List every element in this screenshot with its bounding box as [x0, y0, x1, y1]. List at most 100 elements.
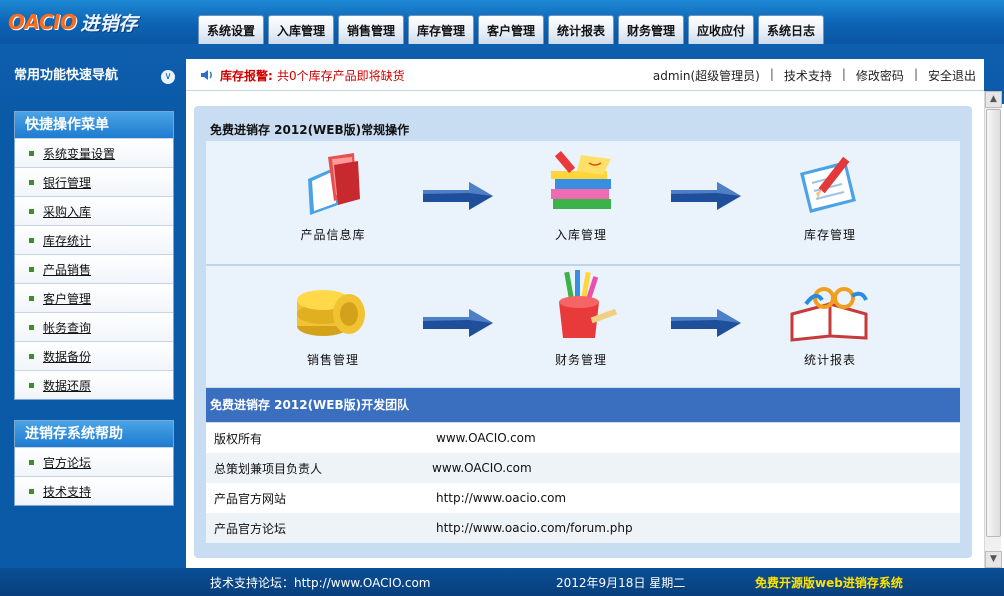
quick-menu-item[interactable]: 客户管理 [15, 283, 173, 312]
team-key: 产品官方论坛 [214, 521, 287, 536]
help-menu-link[interactable]: 技术支持 [43, 483, 91, 500]
separator: | [913, 67, 918, 81]
footer-slogan: 免费开源版web进销存系统 [755, 576, 903, 590]
team-row: 产品官方网站 http://www.oacio.com [206, 483, 960, 513]
tab-finance[interactable]: 财务管理 [618, 15, 684, 44]
workflow-step-label: 产品信息库 [300, 228, 366, 242]
logo-text-en: OACIO [8, 10, 77, 34]
quick-menu-link[interactable]: 产品销售 [43, 261, 91, 278]
arrow-right-icon [423, 182, 493, 210]
clipboard-pencil-icon [800, 156, 856, 213]
tab-stock-in[interactable]: 入库管理 [268, 15, 334, 44]
user-name: admin(超级管理员) [652, 69, 760, 83]
alert-message: 共0个库存产品即将缺货 [277, 69, 405, 83]
pencil-cup-icon [559, 270, 618, 338]
operations-title: 免费进销存 2012(WEB版)常规操作 [210, 123, 410, 137]
bullet-icon [29, 208, 34, 214]
footer: 技术支持论坛：http://www.OACIO.com 2012年9月18日 星… [0, 568, 1004, 596]
alert-label: 库存报警: [220, 69, 273, 83]
workflow-step-finance[interactable]: 财务管理 [516, 268, 646, 368]
help-menu-item[interactable]: 官方论坛 [15, 447, 173, 476]
workflow-step-label: 统计报表 [803, 353, 856, 367]
quick-menu-link[interactable]: 库存统计 [43, 232, 91, 249]
books-icon [308, 153, 360, 215]
user-links: admin(超级管理员) | 技术支持 | 修改密码 | 安全退出 [653, 67, 976, 84]
change-password-link[interactable]: 修改密码 [856, 67, 904, 84]
workflow-step-label: 入库管理 [554, 228, 607, 242]
team-value[interactable]: http://www.oacio.com/forum.php [436, 521, 633, 535]
bullet-icon [29, 150, 34, 156]
team-key: 产品官方网站 [214, 491, 287, 506]
arrow-right-icon [671, 309, 741, 337]
quick-menu-item[interactable]: 系统变量设置 [15, 138, 173, 167]
bullet-icon [29, 179, 34, 185]
help-menu-item[interactable]: 技术支持 [15, 476, 173, 505]
workflow-step-label: 财务管理 [554, 353, 607, 367]
quick-menu-item[interactable]: 帐务查询 [15, 312, 173, 341]
quick-menu-item[interactable]: 产品销售 [15, 254, 173, 283]
bullet-icon [29, 382, 34, 388]
quick-menu-item[interactable]: 数据备份 [15, 341, 173, 370]
quick-menu-item[interactable]: 银行管理 [15, 167, 173, 196]
team-key: 版权所有 [214, 431, 263, 446]
tab-sales[interactable]: 销售管理 [338, 15, 404, 44]
team-row: 版权所有 www.OACIO.com [206, 423, 960, 453]
quick-menu-item[interactable]: 库存统计 [15, 225, 173, 254]
stacked-books-icon [551, 151, 611, 209]
help-menu-link[interactable]: 官方论坛 [43, 454, 91, 471]
workflow-step-inventory[interactable]: 库存管理 [765, 149, 895, 243]
quick-menu-link[interactable]: 帐务查询 [43, 319, 91, 336]
bullet-icon [29, 324, 34, 330]
logo: OACIO 进销存 [8, 4, 138, 40]
scroll-up-icon[interactable]: ▲ [985, 91, 1002, 108]
quick-menu-item[interactable]: 采购入库 [15, 196, 173, 225]
bullet-icon [29, 488, 34, 494]
workflow-diagram: 产品信息库 入库管理 库存管理 销售管理 财务管理 统计报表 [206, 141, 960, 387]
team-row: 产品官方论坛 http://www.oacio.com/forum.php [206, 513, 960, 543]
nav-title: 常用功能快速导航 [14, 68, 119, 83]
bullet-icon [29, 353, 34, 359]
scroll-down-icon[interactable]: ▼ [985, 551, 1002, 568]
top-banner: OACIO 进销存 系统设置 入库管理 销售管理 库存管理 客户管理 统计报表 … [0, 0, 1004, 44]
tab-customers[interactable]: 客户管理 [478, 15, 544, 44]
workflow-step-reports[interactable]: 统计报表 [765, 274, 895, 368]
tab-inventory[interactable]: 库存管理 [408, 15, 474, 44]
help-menu-title: 进销存系统帮助 [15, 421, 173, 447]
bullet-icon [29, 295, 34, 301]
quick-menu-item[interactable]: 数据还原 [15, 370, 173, 399]
footer-date: 2012年9月18日 星期二 [556, 576, 686, 590]
tab-receivables[interactable]: 应收应付 [688, 15, 754, 44]
workflow-step-label: 库存管理 [803, 228, 856, 242]
scroll-thumb[interactable] [986, 109, 1001, 537]
workflow-step-sales[interactable]: 销售管理 [268, 274, 398, 368]
workflow-step-product-info[interactable]: 产品信息库 [268, 149, 398, 243]
bullet-icon [29, 266, 34, 272]
quick-menu-link[interactable]: 数据还原 [43, 377, 91, 394]
double-chevron-down-icon[interactable]: ∨ [161, 70, 175, 84]
quick-menu-link[interactable]: 客户管理 [43, 290, 91, 307]
main-tabs: 系统设置 入库管理 销售管理 库存管理 客户管理 统计报表 财务管理 应收应付 … [198, 15, 824, 44]
quick-menu-link[interactable]: 数据备份 [43, 348, 91, 365]
logout-link[interactable]: 安全退出 [928, 67, 976, 84]
separator: | [841, 67, 846, 81]
team-value: www.OACIO.com [432, 461, 532, 475]
team-value[interactable]: http://www.oacio.com [436, 491, 566, 505]
tab-system-settings[interactable]: 系统设置 [198, 15, 264, 44]
support-link[interactable]: 技术支持 [784, 67, 832, 84]
arrow-right-icon [423, 309, 493, 337]
quick-menu-title: 快捷操作菜单 [15, 112, 173, 138]
quick-menu-link[interactable]: 采购入库 [43, 203, 91, 220]
workflow-step-stock-in[interactable]: 入库管理 [516, 149, 646, 243]
footer-support[interactable]: 技术支持论坛：http://www.OACIO.com [210, 574, 430, 591]
tab-system-log[interactable]: 系统日志 [758, 15, 824, 44]
workflow-row: 产品信息库 入库管理 库存管理 [206, 141, 960, 263]
team-row: 总策划兼项目负责人 www.OACIO.com [206, 453, 960, 483]
coins-icon [297, 290, 365, 336]
workflow-step-label: 销售管理 [306, 353, 359, 367]
quick-menu-link[interactable]: 系统变量设置 [43, 145, 115, 162]
tab-reports[interactable]: 统计报表 [548, 15, 614, 44]
open-book-glasses-icon [790, 287, 868, 342]
alert-strip: 库存报警: 共0个库存产品即将缺货 admin(超级管理员) | 技术支持 | … [186, 59, 984, 91]
vertical-scrollbar[interactable]: ▲ ▼ [984, 91, 1002, 568]
quick-menu-link[interactable]: 银行管理 [43, 174, 91, 191]
